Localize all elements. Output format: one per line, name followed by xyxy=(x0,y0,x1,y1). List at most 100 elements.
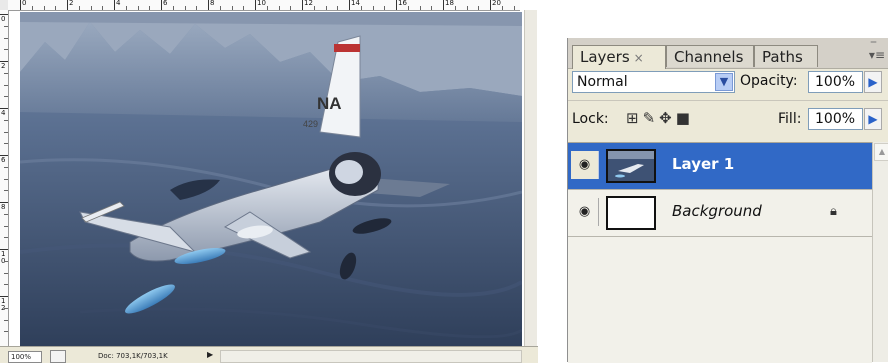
ruler-tick xyxy=(490,0,491,10)
ruler-number: 12 xyxy=(304,0,313,7)
ruler-minor-tick xyxy=(4,284,8,286)
ruler-tick xyxy=(0,14,8,15)
tab-layers[interactable]: Layers × xyxy=(572,45,666,69)
eye-icon[interactable]: ◉ xyxy=(571,151,599,179)
ruler-minor-tick xyxy=(4,49,8,51)
fighter-jet-photo: NA 429 xyxy=(20,12,522,346)
status-menu-arrow-icon[interactable]: ▶ xyxy=(207,350,213,359)
ruler-tick xyxy=(443,0,444,10)
ruler-tick xyxy=(0,202,8,203)
panel-tab-row: Layers × Channels Paths – ▾≡ xyxy=(568,34,888,69)
lock-move-icon[interactable]: ✥ xyxy=(659,109,676,127)
layer-row-background[interactable]: ◉ Background 🔒︎ xyxy=(568,190,872,237)
layers-panel: Layers × Channels Paths – ▾≡ Normal ▼ Opa… xyxy=(567,34,888,363)
ruler-minor-tick xyxy=(278,6,280,10)
eye-icon[interactable]: ◉ xyxy=(571,198,599,226)
ruler-minor-tick xyxy=(196,6,198,10)
ruler-minor-tick xyxy=(454,6,456,10)
ruler-minor-tick xyxy=(137,6,139,10)
horizontal-ruler[interactable]: 0 2 4 6 8 10 12 14 16 18 20 xyxy=(8,0,520,11)
ruler-number: 20 xyxy=(492,0,501,7)
ruler-number: 2 xyxy=(1,62,6,70)
chevron-down-icon[interactable]: ▼ xyxy=(715,73,733,91)
ruler-minor-tick xyxy=(372,6,374,10)
ruler-tick xyxy=(161,0,162,10)
ruler-minor-tick xyxy=(384,6,386,10)
ruler-tick xyxy=(208,0,209,10)
ruler-minor-tick xyxy=(419,6,421,10)
blend-mode-select[interactable]: Normal ▼ xyxy=(572,71,735,93)
canvas-vertical-scrollbar[interactable] xyxy=(524,10,537,346)
ruler-minor-tick xyxy=(4,307,8,309)
layer-1-thumbnail[interactable] xyxy=(606,149,656,183)
ruler-tick xyxy=(114,0,115,10)
scroll-up-icon[interactable]: ▲ xyxy=(874,143,888,161)
layer-list-scrollbar[interactable]: ▲ xyxy=(872,142,888,362)
vertical-ruler[interactable]: 0 2 4 6 8 1 0 1 2 xyxy=(0,10,9,346)
layer-list: ◉ Layer 1 ◉ Background 🔒︎ xyxy=(568,142,872,363)
lock-all-icon[interactable]: ■ xyxy=(676,109,694,127)
ruler-minor-tick xyxy=(4,260,8,262)
tab-paths[interactable]: Paths xyxy=(754,45,818,67)
ruler-minor-tick xyxy=(466,6,468,10)
ruler-tick xyxy=(20,0,21,10)
fill-field[interactable]: 100% xyxy=(808,108,863,130)
opacity-field[interactable]: 100% xyxy=(808,71,863,93)
ruler-minor-tick xyxy=(325,6,327,10)
ruler-minor-tick xyxy=(4,331,8,333)
zoom-level-field[interactable]: 100% xyxy=(8,351,42,363)
opacity-label: Opacity: xyxy=(740,73,798,89)
ruler-minor-tick xyxy=(243,6,245,10)
image-canvas[interactable]: NA 429 xyxy=(20,12,522,346)
ruler-minor-tick xyxy=(266,6,268,10)
ruler-minor-tick xyxy=(4,143,8,145)
ruler-minor-tick xyxy=(219,6,221,10)
ruler-number: 0 xyxy=(1,15,6,23)
layer-row-layer-1[interactable]: ◉ Layer 1 xyxy=(568,143,872,190)
ruler-minor-tick xyxy=(4,272,8,274)
ruler-minor-tick xyxy=(313,6,315,10)
lock-row: Lock: ⊞✎✥■ Fill: 100% ▶ xyxy=(568,100,888,141)
ruler-tick xyxy=(349,0,350,10)
background-thumbnail[interactable] xyxy=(606,196,656,230)
lock-brush-icon[interactable]: ✎ xyxy=(643,109,660,127)
ruler-tick xyxy=(0,155,8,156)
status-options-icon[interactable] xyxy=(50,350,66,363)
ruler-number: 8 xyxy=(1,203,6,211)
ruler-number: 0 xyxy=(22,0,27,7)
close-tab-icon[interactable]: × xyxy=(634,51,644,65)
canvas-horizontal-scrollbar[interactable] xyxy=(220,350,522,363)
blend-row: Normal ▼ Opacity: 100% ▶ xyxy=(568,68,888,96)
ruler-minor-tick xyxy=(4,96,8,98)
ruler-minor-tick xyxy=(4,72,8,74)
fill-label: Fill: xyxy=(778,111,802,127)
panel-menu-icon[interactable]: ▾≡ xyxy=(869,48,885,62)
fill-slider-arrow-icon[interactable]: ▶ xyxy=(864,108,882,130)
ruler-minor-tick xyxy=(78,6,80,10)
lock-transparent-icon[interactable]: ⊞ xyxy=(626,109,643,127)
ruler-tick xyxy=(0,249,8,250)
ruler-number: 16 xyxy=(398,0,407,7)
ruler-tick xyxy=(302,0,303,10)
ruler-number: 4 xyxy=(116,0,121,7)
ruler-number: 1 0 xyxy=(1,250,6,265)
ruler-minor-tick xyxy=(4,25,8,27)
tab-channels[interactable]: Channels xyxy=(666,45,754,67)
ruler-number: 6 xyxy=(163,0,168,7)
blend-mode-value: Normal xyxy=(577,74,628,90)
ruler-minor-tick xyxy=(4,213,8,215)
ruler-minor-tick xyxy=(4,84,8,86)
ruler-number: 8 xyxy=(210,0,215,7)
ruler-minor-tick xyxy=(4,225,8,227)
document-window: 02468101214161820 024681 01 2 xyxy=(0,0,538,363)
ruler-tick xyxy=(0,296,8,297)
layer-1-name[interactable]: Layer 1 xyxy=(672,155,734,173)
ruler-minor-tick xyxy=(43,6,45,10)
ruler-number: 2 xyxy=(69,0,74,7)
opacity-slider-arrow-icon[interactable]: ▶ xyxy=(864,71,882,93)
ruler-minor-tick xyxy=(513,6,515,10)
ruler-minor-tick xyxy=(360,6,362,10)
ruler-number: 18 xyxy=(445,0,454,7)
background-layer-name[interactable]: Background xyxy=(672,202,762,220)
ruler-tick xyxy=(0,61,8,62)
